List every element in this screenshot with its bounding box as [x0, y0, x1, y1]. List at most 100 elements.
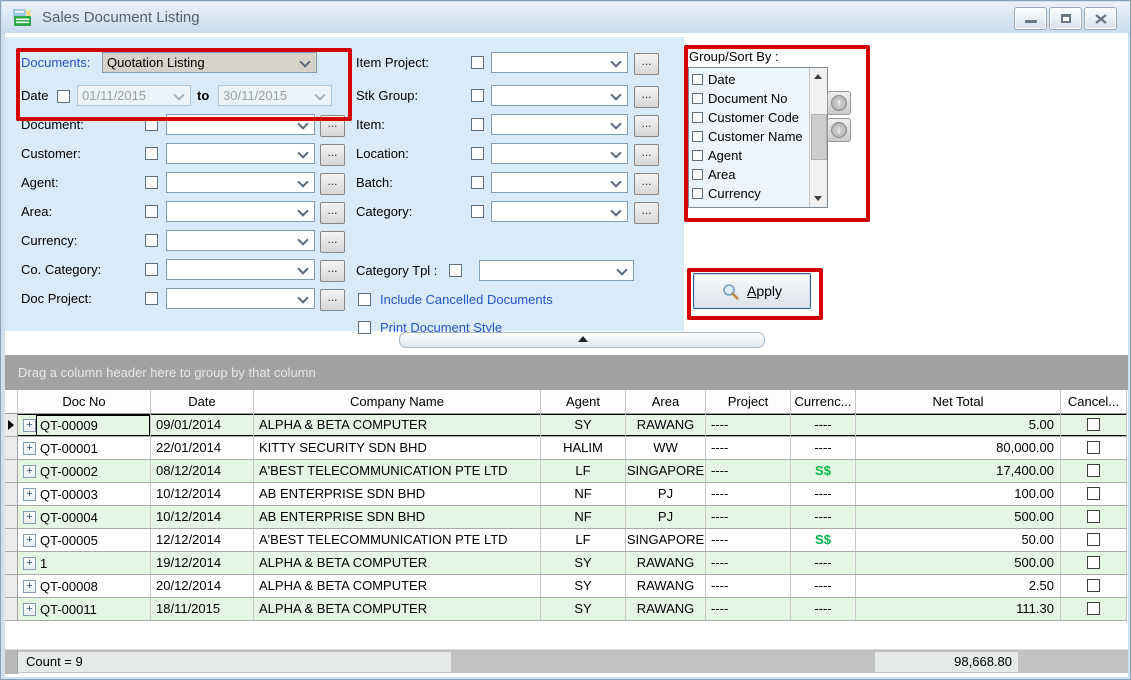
cell-currency: ----	[791, 437, 856, 459]
column-header-doc-no[interactable]: Doc No	[18, 390, 151, 413]
restore-button[interactable]	[1049, 7, 1082, 30]
table-row[interactable]: +QT-0000512/12/2014A'BEST TELECOMMUNICAT…	[5, 529, 1127, 552]
table-row[interactable]: +QT-0000909/01/2014ALPHA & BETA COMPUTER…	[5, 414, 1127, 437]
expand-row-button[interactable]: +	[23, 534, 36, 547]
column-header-area[interactable]: Area	[626, 390, 706, 413]
expand-row-button[interactable]: +	[23, 465, 36, 478]
cancel-checkbox[interactable]	[1087, 579, 1100, 592]
batch-browse-button[interactable]: ...	[634, 173, 659, 195]
title-bar[interactable]: Sales Document Listing	[2, 2, 1131, 34]
cell-company-name: ALPHA & BETA COMPUTER	[254, 552, 541, 574]
column-header-net-total[interactable]: Net Total	[856, 390, 1061, 413]
cancel-checkbox[interactable]	[1087, 510, 1100, 523]
location-browse-button[interactable]: ...	[634, 144, 659, 166]
item-combobox[interactable]	[491, 114, 628, 135]
doc-project-combobox[interactable]	[166, 288, 315, 309]
group-by-drop-zone[interactable]: Drag a column header here to group by th…	[5, 355, 1128, 390]
cell-date: 10/12/2014	[151, 483, 254, 505]
stk-group-combobox[interactable]	[491, 85, 628, 106]
category-combobox[interactable]	[491, 201, 628, 222]
minimize-button[interactable]	[1014, 7, 1047, 30]
row-indicator-cell	[5, 575, 18, 597]
minimize-icon	[1025, 20, 1037, 23]
cancel-checkbox[interactable]	[1087, 441, 1100, 454]
table-row[interactable]: +QT-0000122/01/2014KITTY SECURITY SDN BH…	[5, 437, 1127, 460]
cancel-checkbox[interactable]	[1087, 602, 1100, 615]
row-indicator-cell	[5, 414, 18, 436]
cancel-checkbox[interactable]	[1087, 464, 1100, 477]
item-browse-button[interactable]: ...	[634, 115, 659, 137]
cell-area: PJ	[626, 506, 706, 528]
cell-agent: SY	[541, 552, 626, 574]
cell-date: 10/12/2014	[151, 506, 254, 528]
expand-row-button[interactable]: +	[23, 580, 36, 593]
current-row-arrow-icon	[8, 420, 14, 430]
currency-browse-button[interactable]: ...	[320, 231, 345, 253]
column-header-project[interactable]: Project	[706, 390, 791, 413]
cell-doc-no: +QT-00009	[18, 414, 151, 436]
category-tpl-checkbox[interactable]	[449, 264, 462, 277]
table-row[interactable]: +QT-0000410/12/2014AB ENTERPRISE SDN BHD…	[5, 506, 1127, 529]
column-header-company-name[interactable]: Company Name	[254, 390, 541, 413]
table-row[interactable]: +QT-0000820/12/2014ALPHA & BETA COMPUTER…	[5, 575, 1127, 598]
cell-currency: S$	[791, 529, 856, 551]
cancel-checkbox[interactable]	[1087, 556, 1100, 569]
category-tpl-combobox[interactable]	[479, 260, 634, 281]
stk-group-browse-button[interactable]: ...	[634, 86, 659, 108]
item-project-browse-button[interactable]: ...	[634, 53, 659, 75]
expand-row-button[interactable]: +	[23, 557, 36, 570]
category-tpl-label: Category Tpl :	[356, 260, 437, 282]
app-window: Sales Document Listing Documents: Quotat…	[0, 0, 1131, 680]
co-category-combobox[interactable]	[166, 259, 315, 280]
column-header-cancel[interactable]: Cancel...	[1061, 390, 1127, 413]
include-cancelled-label: Include Cancelled Documents	[380, 289, 553, 311]
cell-currency: ----	[791, 483, 856, 505]
table-row[interactable]: +QT-0000310/12/2014AB ENTERPRISE SDN BHD…	[5, 483, 1127, 506]
expand-row-button[interactable]: +	[23, 488, 36, 501]
cell-project: ----	[706, 552, 791, 574]
batch-checkbox[interactable]	[471, 176, 484, 189]
expand-row-button[interactable]: +	[23, 603, 36, 616]
expand-row-button[interactable]: +	[23, 442, 36, 455]
cell-cancelled	[1061, 552, 1127, 574]
category-browse-button[interactable]: ...	[634, 202, 659, 224]
doc-project-checkbox[interactable]	[145, 292, 158, 305]
table-row[interactable]: +QT-0001118/11/2015ALPHA & BETA COMPUTER…	[5, 598, 1127, 621]
cell-project: ----	[706, 437, 791, 459]
stk-group-checkbox[interactable]	[471, 89, 484, 102]
cell-project: ----	[706, 460, 791, 482]
chevron-down-icon	[610, 118, 621, 129]
table-row[interactable]: +119/12/2014ALPHA & BETA COMPUTERSYRAWAN…	[5, 552, 1127, 575]
cell-net-total: 500.00	[856, 506, 1061, 528]
location-combobox[interactable]	[491, 143, 628, 164]
collapse-panel-handle[interactable]	[399, 332, 765, 348]
cancel-checkbox[interactable]	[1087, 418, 1100, 431]
cell-date: 19/12/2014	[151, 552, 254, 574]
location-checkbox[interactable]	[471, 147, 484, 160]
column-header-agent[interactable]: Agent	[541, 390, 626, 413]
expand-row-button[interactable]: +	[23, 511, 36, 524]
cancel-checkbox[interactable]	[1087, 487, 1100, 500]
category-checkbox[interactable]	[471, 205, 484, 218]
item-project-checkbox[interactable]	[471, 56, 484, 69]
batch-combobox[interactable]	[491, 172, 628, 193]
chevron-down-icon	[297, 263, 308, 274]
item-project-combobox[interactable]	[491, 52, 628, 73]
currency-checkbox[interactable]	[145, 234, 158, 247]
currency-combobox[interactable]	[166, 230, 315, 251]
item-checkbox[interactable]	[471, 118, 484, 131]
column-header-date[interactable]: Date	[151, 390, 254, 413]
expand-row-button[interactable]: +	[23, 419, 36, 432]
print-style-checkbox[interactable]	[358, 321, 371, 334]
table-row[interactable]: +QT-0000208/12/2014A'BEST TELECOMMUNICAT…	[5, 460, 1127, 483]
column-header-currenc[interactable]: Currenc...	[791, 390, 856, 413]
co-category-browse-button[interactable]: ...	[320, 260, 345, 282]
co-category-checkbox[interactable]	[145, 263, 158, 276]
row-indicator-cell	[5, 506, 18, 528]
cell-doc-no: +QT-00005	[18, 529, 151, 551]
cell-net-total: 5.00	[856, 414, 1061, 436]
doc-project-browse-button[interactable]: ...	[320, 289, 345, 311]
cancel-checkbox[interactable]	[1087, 533, 1100, 546]
close-button[interactable]	[1084, 7, 1117, 30]
include-cancelled-checkbox[interactable]	[358, 293, 371, 306]
